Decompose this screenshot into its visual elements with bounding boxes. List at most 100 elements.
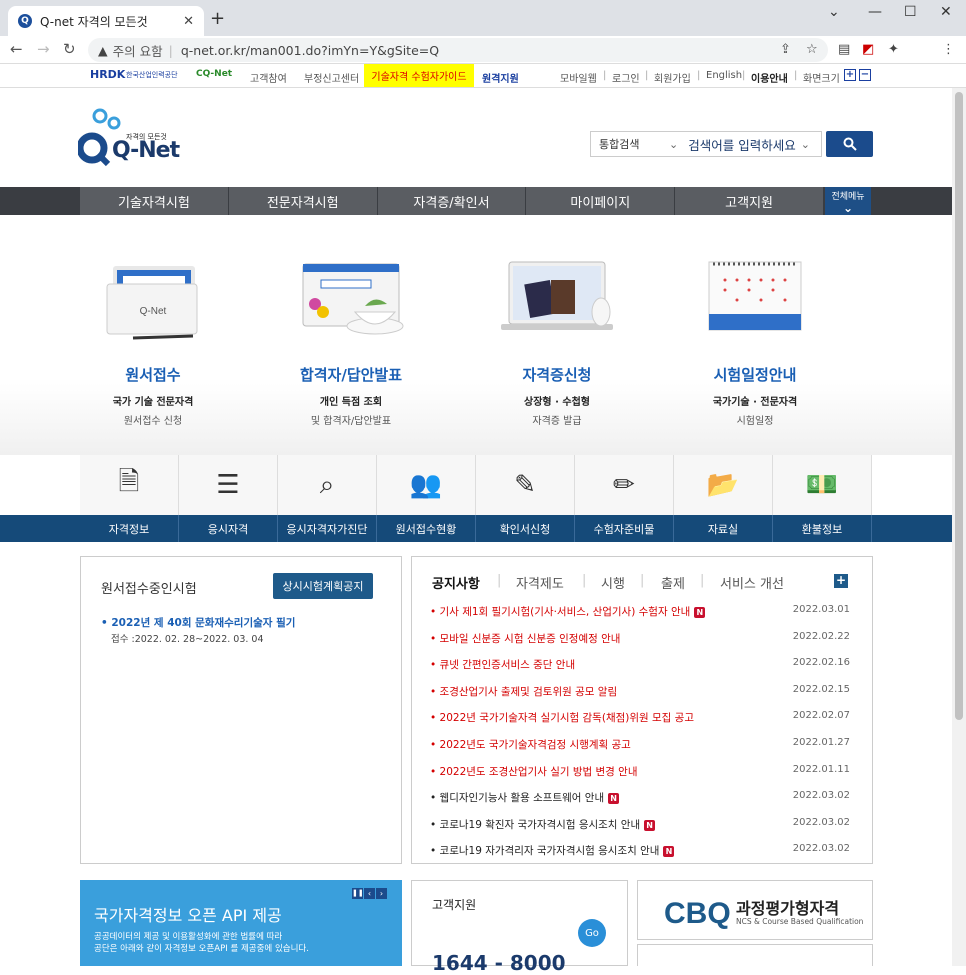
- search-input[interactable]: 검색어를 입력하세요: [688, 135, 795, 154]
- share-icon[interactable]: ⇪: [780, 42, 791, 57]
- topbar-right-link[interactable]: 이용안내: [751, 70, 788, 85]
- qnet-logo[interactable]: 자격의 모든것 Q-Net: [76, 108, 188, 172]
- remote-support-link[interactable]: 원격지원: [482, 70, 519, 85]
- topbar-right-link[interactable]: 로그인: [612, 70, 640, 85]
- notice-title[interactable]: • 코로나19 확진자 국가자격시험 응시조치 안내 N: [430, 817, 793, 832]
- go-bubble-icon[interactable]: Go: [578, 919, 606, 947]
- browser-tab[interactable]: Q Q-net 자격의 모든것 ✕: [8, 6, 204, 36]
- notice-title[interactable]: • 웹디자인기능사 활용 소프트웨어 안내 N: [430, 790, 793, 805]
- next-icon[interactable]: ›: [376, 888, 387, 899]
- notice-row[interactable]: • 2022년도 국가기술자격검정 시행계획 공고 2022.01.27: [430, 737, 850, 752]
- more-plus-icon[interactable]: +: [834, 574, 848, 588]
- browser-menu-icon[interactable]: ⋮: [942, 42, 955, 57]
- quick-link-eligibility[interactable]: 응시자격: [179, 515, 278, 542]
- notice-title[interactable]: • 2022년 국가기술자격 실기시험 감독(채점)위원 모집 공고: [430, 710, 793, 725]
- notice-title[interactable]: • 기사 제1회 필기시험(기사·서비스, 산업기사) 수험자 안내 N: [430, 604, 793, 619]
- extensions-puzzle-icon[interactable]: ✦: [888, 42, 899, 57]
- prev-icon[interactable]: ‹: [364, 888, 375, 899]
- bookmark-star-icon[interactable]: ☆: [806, 42, 818, 57]
- maximize-icon[interactable]: ☐: [904, 4, 917, 20]
- secondary-banner[interactable]: [637, 944, 873, 966]
- scrollbar-thumb[interactable]: [955, 92, 963, 720]
- chevron-down-icon[interactable]: ⌄: [669, 138, 678, 151]
- notice-row[interactable]: • 코로나19 자가격리자 국가자격시험 응시조치 안내 N 2022.03.02: [430, 843, 850, 858]
- nav-certificate[interactable]: 자격증/확인서: [378, 187, 527, 215]
- tab-service-improvement[interactable]: 서비스 개선: [720, 573, 784, 592]
- pause-icon[interactable]: ❚❚: [352, 888, 364, 899]
- open-exam-link[interactable]: • 2022년 제 40회 문화재수리기술자 필기: [101, 615, 295, 630]
- topbar-link[interactable]: 고객참여: [250, 70, 287, 85]
- extension-flag-icon[interactable]: ◩: [862, 42, 874, 57]
- notice-title[interactable]: • 조경산업기사 출제및 검토위원 공모 알림: [430, 684, 793, 699]
- api-line1: 공공데이터의 제공 및 이용활성화에 관한 법률에 따라: [94, 932, 283, 942]
- quick-link-archive[interactable]: 자료실: [674, 515, 773, 542]
- folder-icon[interactable]: 📂: [674, 455, 773, 515]
- quick-link-self-check[interactable]: 응시자격자가진단: [278, 515, 377, 542]
- zoom-in-icon[interactable]: +: [844, 69, 856, 81]
- nav-mypage[interactable]: 마이페이지: [526, 187, 676, 215]
- tab-notice[interactable]: 공지사항: [432, 573, 480, 592]
- notice-title[interactable]: • 코로나19 자가격리자 국가자격시험 응시조치 안내 N: [430, 843, 793, 858]
- quick-link-refund[interactable]: 환불정보: [773, 515, 872, 542]
- feature-certificate[interactable]: 자격증신청 상장형 · 수첩형 자격증 발급: [462, 256, 652, 427]
- notice-title[interactable]: • 모바일 신분증 시험 신분증 인정예정 안내: [430, 631, 793, 646]
- checklist-icon[interactable]: ☰: [179, 455, 278, 515]
- notice-row[interactable]: • 모바일 신분증 시험 신분증 인정예정 안내 2022.02.22: [430, 631, 850, 646]
- tab-system[interactable]: 자격제도: [516, 573, 564, 592]
- nav-customer-support[interactable]: 고객지원: [675, 187, 824, 215]
- feature-schedule[interactable]: 시험일정안내 국가기술 · 전문자격 시험일정: [660, 256, 850, 427]
- quick-link-confirmation[interactable]: 확인서신청: [476, 515, 575, 542]
- feature-results[interactable]: 합격자/답안발표 개인 득점 조회 및 합격자/답안발표: [256, 256, 446, 427]
- topbar-link[interactable]: 부정신고센터: [304, 70, 359, 85]
- nav-professional-exam[interactable]: 전문자격시험: [229, 187, 378, 215]
- tab-question[interactable]: 출제: [661, 573, 685, 592]
- minimize-icon[interactable]: —: [868, 4, 882, 20]
- tab-close-icon[interactable]: ✕: [183, 14, 194, 29]
- quick-link-qualification-info[interactable]: 자격정보: [80, 515, 179, 542]
- tab-search-icon[interactable]: ⌄: [828, 4, 840, 20]
- notice-row[interactable]: • 웹디자인기능사 활용 소프트웨어 안내 N 2022.03.02: [430, 790, 850, 805]
- quick-link-supplies[interactable]: 수험자준비물: [575, 515, 674, 542]
- notice-title[interactable]: • 2022년도 국가기술자격검정 시행계획 공고: [430, 737, 793, 752]
- document-info-icon[interactable]: 🗎: [80, 455, 179, 515]
- back-icon[interactable]: ←: [10, 40, 23, 58]
- pencil-icon[interactable]: ✏: [575, 455, 674, 515]
- money-icon[interactable]: 💵: [773, 455, 872, 515]
- nav-technical-exam[interactable]: 기술자격시험: [80, 187, 229, 215]
- open-api-banner[interactable]: ❚❚ ‹ › 국가자격정보 오픈 API 제공 공공데이터의 제공 및 이용활성…: [80, 880, 402, 966]
- notice-title[interactable]: • 큐넷 간편인증서비스 중단 안내: [430, 657, 793, 672]
- new-tab-icon[interactable]: +: [210, 8, 225, 29]
- cq-net-logo[interactable]: CQ-Net: [196, 69, 232, 79]
- notice-row[interactable]: • 2022년 국가기술자격 실기시험 감독(채점)위원 모집 공고 2022.0…: [430, 710, 850, 725]
- forward-icon[interactable]: →: [37, 40, 50, 58]
- cbq-banner[interactable]: CBQ 과정평가형자격 NCS & Course Based Qualifica…: [637, 880, 873, 940]
- hrdk-logo[interactable]: HRDK: [90, 68, 125, 81]
- chevron-down-icon[interactable]: ⌄: [801, 138, 810, 151]
- notice-row[interactable]: • 기사 제1회 필기시험(기사·서비스, 산업기사) 수험자 안내 N 2022.…: [430, 604, 850, 619]
- regular-exam-notice-button[interactable]: 상시시험계획공지: [273, 573, 373, 599]
- tab-implementation[interactable]: 시행: [601, 573, 625, 592]
- notice-title[interactable]: • 2022년도 조경산업기사 실기 방법 변경 안내: [430, 764, 793, 779]
- notice-date: 2022.03.02: [792, 816, 850, 828]
- notice-row[interactable]: • 코로나19 확진자 국가자격시험 응시조치 안내 N 2022.03.02: [430, 817, 850, 832]
- reload-icon[interactable]: ↻: [63, 40, 76, 58]
- magnifier-icon[interactable]: ⌕: [278, 455, 377, 515]
- extension-icon[interactable]: ▤: [838, 42, 850, 57]
- topbar-right-link[interactable]: English: [706, 70, 742, 81]
- quick-link-application-status[interactable]: 원서접수현황: [377, 515, 476, 542]
- feature-application[interactable]: Q-Net 원서접수 국가 기술 전문자격 원서접수 신청: [58, 256, 248, 427]
- topbar-right-link[interactable]: 모바일웹: [560, 70, 597, 85]
- document-edit-icon[interactable]: ✎: [476, 455, 575, 515]
- search-scope-select[interactable]: 통합검색: [599, 136, 669, 152]
- window-close-icon[interactable]: ✕: [940, 4, 952, 20]
- notice-row[interactable]: • 큐넷 간편인증서비스 중단 안내 2022.02.16: [430, 657, 850, 672]
- omnibox[interactable]: ▲ 주의 요함 | q-net.or.kr/man001.do?imYn=Y&g…: [88, 38, 828, 62]
- notice-row[interactable]: • 2022년도 조경산업기사 실기 방법 변경 안내 2022.01.11: [430, 764, 850, 779]
- people-icon[interactable]: 👥: [377, 455, 476, 515]
- search-button[interactable]: [826, 131, 873, 157]
- notice-row[interactable]: • 조경산업기사 출제및 검토위원 공모 알림 2022.02.15: [430, 684, 850, 699]
- all-menu-button[interactable]: 전체메뉴 ⌄: [825, 187, 871, 215]
- topbar-right-link[interactable]: 회원가입: [654, 70, 691, 85]
- examinee-guide-link[interactable]: 기술자격 수험자가이드: [364, 64, 474, 87]
- zoom-out-icon[interactable]: −: [859, 69, 871, 81]
